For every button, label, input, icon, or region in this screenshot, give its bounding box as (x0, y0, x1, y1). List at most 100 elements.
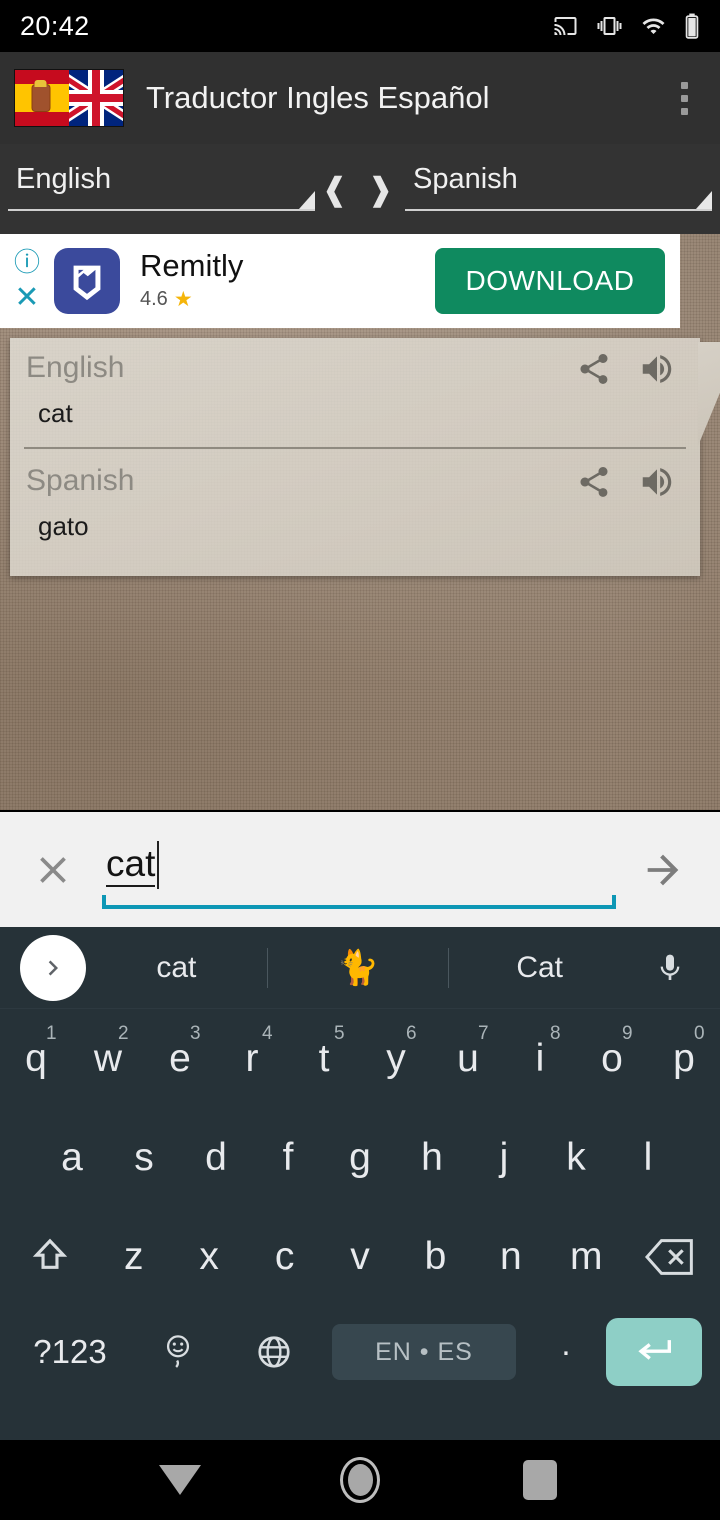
key-label: e (169, 1036, 191, 1080)
key-label: y (386, 1036, 406, 1080)
key-l[interactable]: l (612, 1108, 684, 1207)
home-nav-icon[interactable] (325, 1445, 395, 1515)
key-r[interactable]: r4 (216, 1009, 288, 1108)
speaker-icon[interactable] (638, 350, 676, 388)
source-row-actions (576, 350, 684, 388)
key-label: i (535, 1036, 545, 1080)
key-b[interactable]: b (398, 1207, 473, 1306)
ad-download-button[interactable]: DOWNLOAD (435, 248, 665, 314)
key-label: o (601, 1036, 623, 1080)
translation-card-wrapper: English cat Spanish gato (10, 338, 720, 576)
key-x[interactable]: x (171, 1207, 246, 1306)
wifi-icon (640, 14, 667, 38)
key-p[interactable]: p0 (648, 1009, 720, 1108)
key-label: q (25, 1036, 47, 1080)
key-e[interactable]: e3 (144, 1009, 216, 1108)
ad-choices-controls[interactable]: ⓘ ✕ (0, 234, 54, 328)
source-language-spinner[interactable]: English (8, 161, 315, 217)
text-cursor (157, 840, 159, 889)
source-language-label: English (16, 163, 112, 195)
search-input[interactable]: cat (102, 831, 616, 909)
target-row-actions (576, 463, 684, 501)
key-label: u (457, 1036, 479, 1080)
uk-flag-icon (69, 70, 123, 126)
globe-icon[interactable] (226, 1333, 322, 1371)
key-z[interactable]: z (96, 1207, 171, 1306)
speaker-icon[interactable] (638, 463, 676, 501)
search-input-value: cat (106, 844, 156, 887)
key-s[interactable]: s (108, 1108, 180, 1207)
key-number-hint: 4 (262, 1023, 273, 1044)
target-language-spinner[interactable]: Spanish (405, 161, 712, 217)
key-label: t (318, 1036, 330, 1080)
shift-icon[interactable] (4, 1207, 96, 1306)
suggestion-1[interactable]: 🐈 (268, 948, 449, 988)
key-k[interactable]: k (540, 1108, 612, 1207)
microphone-icon[interactable] (630, 951, 710, 985)
space-key[interactable]: EN • ES (332, 1324, 516, 1380)
key-n[interactable]: n (473, 1207, 548, 1306)
overflow-menu-icon[interactable] (662, 68, 706, 128)
key-m[interactable]: m (549, 1207, 624, 1306)
card-divider (24, 447, 686, 449)
key-c[interactable]: c (247, 1207, 322, 1306)
ad-rating: 4.6 ★ (140, 287, 435, 312)
battery-icon (684, 13, 700, 39)
key-v[interactable]: v (322, 1207, 397, 1306)
language-selector-bar: English ❰ ❱ Spanish (0, 144, 720, 234)
key-j[interactable]: j (468, 1108, 540, 1207)
back-nav-icon[interactable] (145, 1445, 215, 1515)
input-focus-underline (102, 894, 616, 909)
clear-icon[interactable] (22, 848, 84, 892)
suggestion-2[interactable]: Cat (449, 951, 630, 985)
key-a[interactable]: a (36, 1108, 108, 1207)
translation-target-row: Spanish gato (10, 463, 700, 542)
share-icon[interactable] (576, 464, 612, 500)
source-row-text: cat (38, 398, 73, 428)
spinner-line (8, 209, 315, 211)
spinner-line (405, 209, 712, 211)
swap-languages-button[interactable]: ❰ ❱ (315, 173, 405, 205)
vibrate-icon (596, 14, 623, 38)
key-y[interactable]: y6 (360, 1009, 432, 1108)
key-q[interactable]: q1 (0, 1009, 72, 1108)
key-g[interactable]: g (324, 1108, 396, 1207)
key-label: r (245, 1036, 259, 1080)
arrow-right-icon[interactable] (628, 847, 698, 893)
backspace-icon[interactable] (624, 1207, 716, 1306)
ad-info-icon[interactable]: ⓘ (14, 249, 40, 275)
key-f[interactable]: f (252, 1108, 324, 1207)
key-o[interactable]: o9 (576, 1009, 648, 1108)
key-number-hint: 8 (550, 1023, 561, 1044)
recents-nav-icon[interactable] (505, 1445, 575, 1515)
key-number-hint: 1 (46, 1023, 57, 1044)
key-h[interactable]: h (396, 1108, 468, 1207)
symbols-key[interactable]: ?123 (10, 1333, 130, 1371)
system-nav-bar (0, 1440, 720, 1520)
chevron-right-icon[interactable] (20, 934, 86, 1001)
emoji-icon[interactable] (130, 1329, 226, 1375)
ad-text-block: Remitly 4.6 ★ (140, 249, 435, 313)
keyboard-row-1: q1 w2 e3 r4 t5 y6 u7 i8 o9 p0 (0, 1009, 720, 1108)
app-bar: Traductor Ingles Español (0, 52, 720, 144)
ad-close-icon[interactable]: ✕ (14, 283, 39, 313)
period-key[interactable]: . (526, 1325, 606, 1379)
key-number-hint: 3 (190, 1023, 201, 1044)
ad-banner[interactable]: ⓘ ✕ Remitly 4.6 ★ DOWNLOAD (0, 234, 680, 328)
key-w[interactable]: w2 (72, 1009, 144, 1108)
suggestion-strip: cat 🐈 Cat (0, 927, 720, 1009)
enter-icon[interactable] (606, 1318, 702, 1386)
share-icon[interactable] (576, 351, 612, 387)
keyboard-row-2: a s d f g h j k l (0, 1108, 720, 1207)
app-root: 20:42 Traductor Ingles Español English ❰… (0, 0, 720, 1520)
status-bar-clock: 20:42 (20, 10, 90, 41)
source-row-header: English (26, 350, 684, 388)
key-i[interactable]: i8 (504, 1009, 576, 1108)
key-d[interactable]: d (180, 1108, 252, 1207)
suggestion-0[interactable]: cat (86, 951, 267, 985)
ad-rating-value: 4.6 (140, 288, 168, 311)
key-u[interactable]: u7 (432, 1009, 504, 1108)
key-t[interactable]: t5 (288, 1009, 360, 1108)
key-number-hint: 7 (478, 1023, 489, 1044)
spain-uk-flags-icon (14, 69, 124, 127)
